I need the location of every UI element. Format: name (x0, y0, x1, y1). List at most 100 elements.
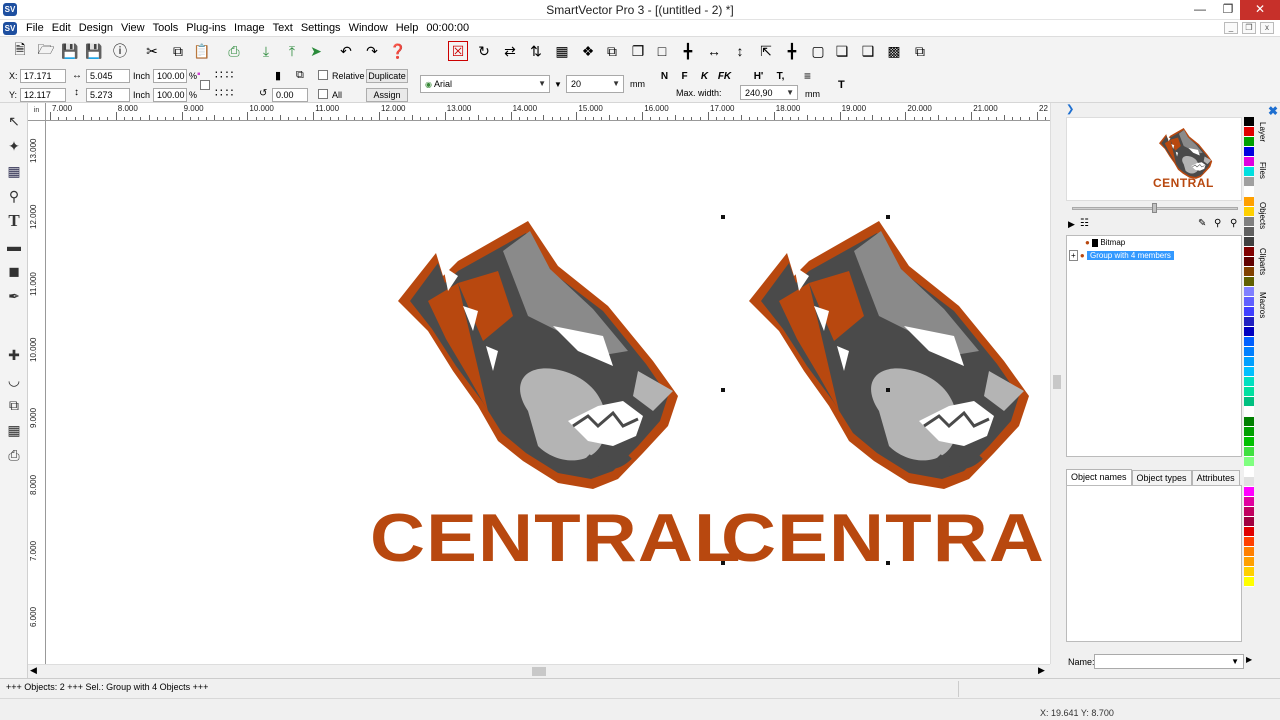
cut-icon[interactable]: ✂ (142, 41, 162, 61)
mdi-close-button[interactable]: x (1260, 22, 1274, 34)
import-icon[interactable]: ⤓ (256, 41, 276, 61)
tab-object-types[interactable]: Object types (1131, 470, 1192, 485)
color-swatch[interactable] (1244, 237, 1254, 247)
format-button-1[interactable]: F (676, 69, 693, 85)
measure-tool-icon[interactable]: ◡ (4, 370, 24, 390)
frame-icon[interactable]: ▢ (808, 41, 828, 61)
vertical-scroll-thumb[interactable] (1053, 375, 1061, 389)
menu-plugins[interactable]: Plug-ins (182, 22, 230, 34)
format-button-2[interactable]: K (696, 69, 713, 85)
text-tool-icon[interactable]: T (4, 211, 24, 231)
color-swatch[interactable] (1244, 307, 1254, 317)
name-apply-icon[interactable]: ▶ (1246, 655, 1252, 664)
tree-expand-icon[interactable]: ▶ (1068, 219, 1075, 230)
color-swatch[interactable] (1244, 487, 1254, 497)
anchor-grid-2-icon[interactable]: ∷∷ (215, 86, 236, 100)
color-swatch[interactable] (1244, 527, 1254, 537)
ungroup-icon[interactable]: ❑ (858, 41, 878, 61)
menu-edit[interactable]: Edit (48, 22, 75, 34)
color-swatch[interactable] (1244, 377, 1254, 387)
document-icon[interactable]: SV (3, 22, 17, 35)
menu-help[interactable]: Help (392, 22, 423, 34)
color-swatch[interactable] (1244, 557, 1254, 567)
ruler-unit[interactable]: in (28, 103, 46, 121)
save-as-icon[interactable]: 💾 (84, 41, 104, 61)
zoom-tool-icon[interactable]: ⚲ (4, 186, 24, 206)
rectangle-icon[interactable]: □ (652, 41, 672, 61)
export-icon[interactable]: ⤒ (282, 41, 302, 61)
layers-tool-icon[interactable]: ⧉ (4, 395, 24, 415)
color-swatch[interactable] (1244, 257, 1254, 267)
color-swatch[interactable] (1244, 537, 1254, 547)
color-swatch[interactable] (1244, 147, 1254, 157)
color-swatch[interactable] (1244, 447, 1254, 457)
flip-icon[interactable]: ⇅ (526, 41, 546, 61)
tree-edit-icon[interactable]: ✎ (1198, 218, 1206, 229)
color-swatch[interactable] (1244, 177, 1254, 187)
arrange-icon[interactable]: ▩ (884, 41, 904, 61)
tree-structure-icon[interactable]: ☷ (1080, 218, 1089, 229)
selection-handle-tl[interactable] (721, 215, 725, 219)
drawing-canvas[interactable]: CENTRAL CENTRAL (46, 121, 1050, 664)
crosshair-tool-icon[interactable]: ✚ (4, 345, 24, 365)
color-swatch[interactable] (1244, 217, 1254, 227)
help-icon[interactable]: ❓ (388, 41, 408, 61)
vertical-scrollbar[interactable] (1050, 103, 1062, 664)
object-tree[interactable]: ● Bitmap + ● Group with 4 members (1066, 235, 1242, 457)
format-button-3[interactable]: FK (716, 69, 733, 85)
color-swatch[interactable] (1244, 457, 1254, 467)
anchor-grid-icon[interactable]: ∷∷ (215, 68, 236, 82)
mdi-minimize-button[interactable]: _ (1224, 22, 1238, 34)
color-swatch[interactable] (1244, 397, 1254, 407)
color-swatch[interactable] (1244, 267, 1254, 277)
scroll-right-icon[interactable]: ▶ (1038, 665, 1045, 676)
fill-tool-icon[interactable]: ▦ (4, 161, 24, 181)
menu-file[interactable]: File (22, 22, 48, 34)
format-button-4[interactable]: H' (750, 69, 767, 85)
horizontal-scroll-thumb[interactable] (532, 667, 546, 676)
color-swatch[interactable] (1244, 387, 1254, 397)
format-button-0[interactable]: N (656, 69, 673, 85)
relative-checkbox[interactable] (318, 70, 328, 80)
tab-object-names[interactable]: Object names (1066, 469, 1132, 485)
scroll-left-icon[interactable]: ◀ (30, 665, 37, 676)
duplicate-button[interactable]: Duplicate (366, 69, 408, 83)
send-icon[interactable]: ➤ (306, 41, 326, 61)
color-swatch[interactable] (1244, 467, 1254, 477)
tree-item-group[interactable]: + ● Group with 4 members (1069, 250, 1174, 262)
color-swatch[interactable] (1244, 497, 1254, 507)
horizontal-scrollbar[interactable]: ◀ ▶ (28, 664, 1050, 678)
color-swatch[interactable] (1244, 337, 1254, 347)
color-swatch[interactable] (1244, 437, 1254, 447)
panel-collapse-icon[interactable]: ❯ (1066, 104, 1074, 115)
color-swatch[interactable] (1244, 127, 1254, 137)
combine-icon[interactable]: ⧉ (602, 41, 622, 61)
color-swatch[interactable] (1244, 567, 1254, 577)
tree-expand-plus-icon[interactable]: + (1069, 250, 1078, 261)
logo-text-left[interactable]: CENTRAL (370, 504, 742, 572)
minimize-button[interactable]: — (1186, 0, 1214, 20)
format-button-5[interactable]: T, (772, 69, 789, 85)
tree-find-icon[interactable]: ⚲ (1230, 218, 1237, 229)
color-swatch[interactable] (1244, 357, 1254, 367)
color-swatch[interactable] (1244, 117, 1254, 127)
preview-zoom-thumb[interactable] (1152, 203, 1157, 213)
selection-handle-ml[interactable] (721, 388, 725, 392)
object-names-list[interactable] (1066, 485, 1242, 642)
layer-icon[interactable]: ⧉ (910, 41, 930, 61)
color-swatch[interactable] (1244, 547, 1254, 557)
assign-button[interactable]: Assign (366, 88, 408, 102)
save-icon[interactable]: 💾 (60, 41, 80, 61)
height-field[interactable]: 5.273 (86, 88, 130, 102)
color-swatch[interactable] (1244, 327, 1254, 337)
info-icon[interactable]: ⓘ (110, 41, 130, 61)
selection-handle-bl[interactable] (721, 561, 725, 565)
scale-width-field[interactable]: 100.00 (153, 69, 187, 83)
scan-tool-icon[interactable]: ⎙ (4, 445, 24, 465)
restore-button[interactable]: ❐ (1214, 0, 1242, 20)
duplicate-icon[interactable]: ❐ (628, 41, 648, 61)
font-family-combo[interactable]: ◉ Arial ▼ (420, 75, 550, 93)
width-field[interactable]: 5.045 (86, 69, 130, 83)
selection-handle-bm[interactable] (886, 561, 890, 565)
paragraph-icon[interactable]: ≡ (804, 69, 811, 83)
